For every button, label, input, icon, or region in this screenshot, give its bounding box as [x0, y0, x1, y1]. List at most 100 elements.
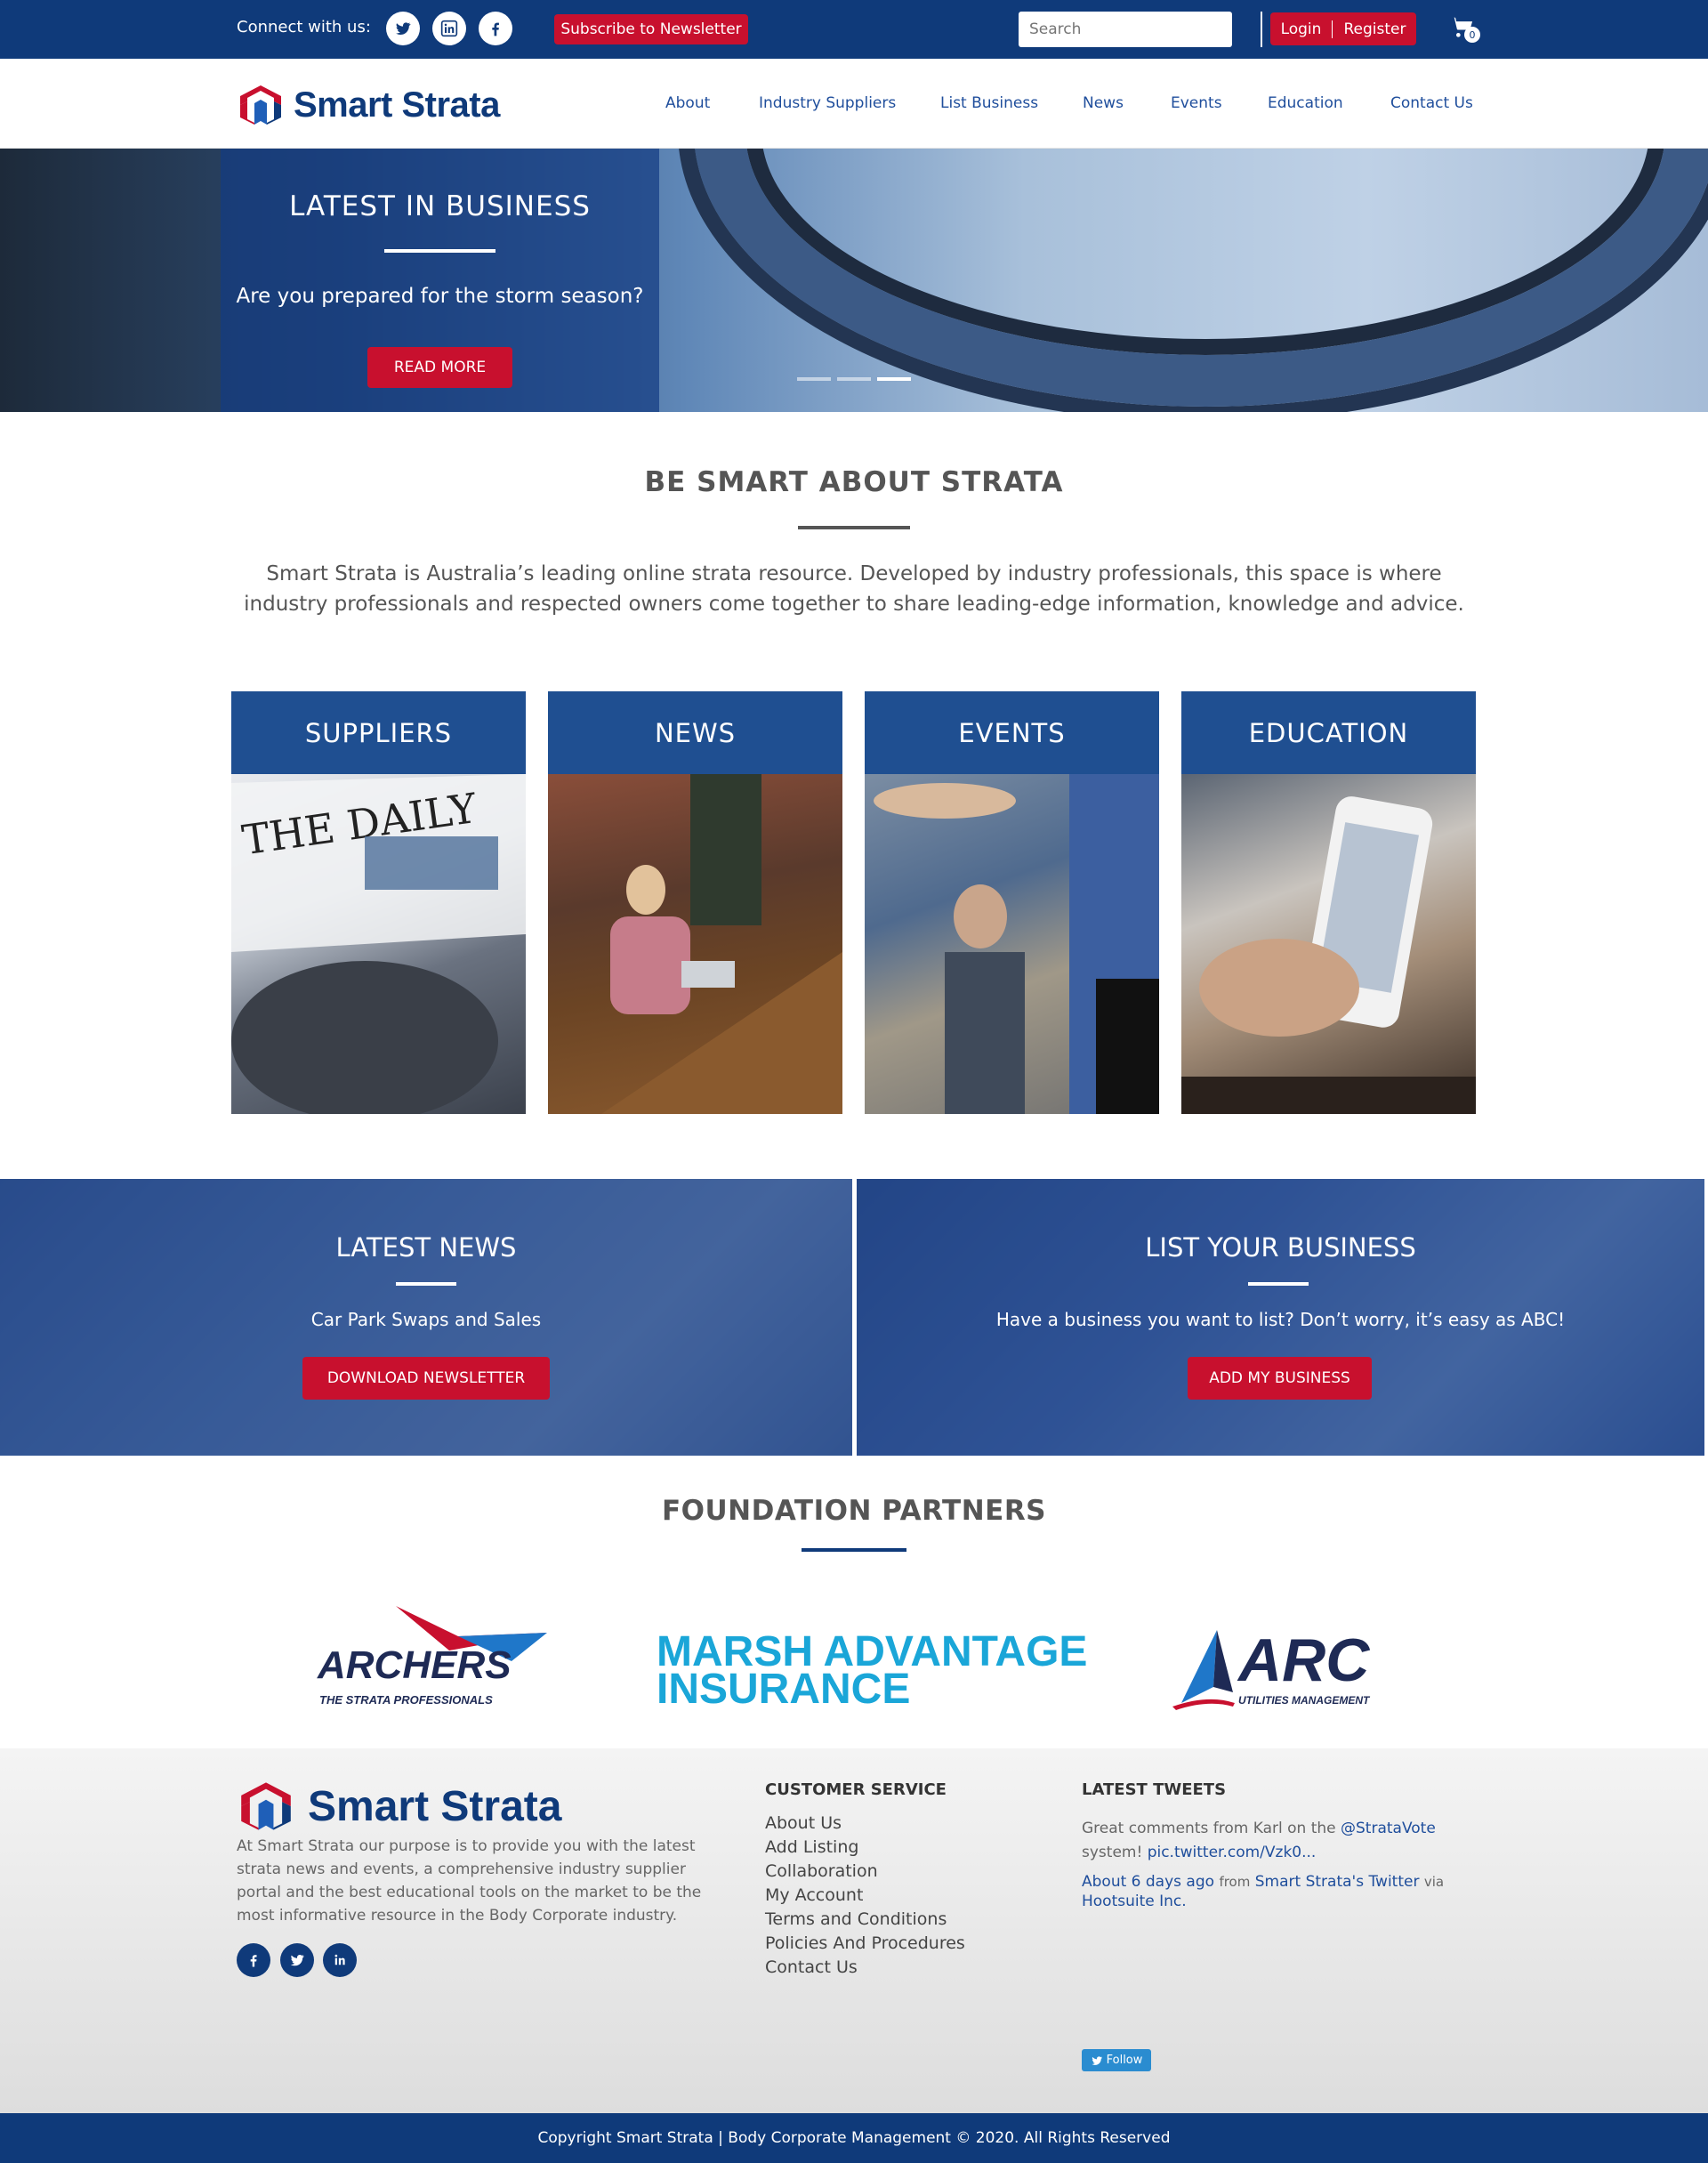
nav-item-industry-suppliers[interactable]: Industry Suppliers — [759, 94, 896, 112]
top-bar: Connect with us: Subscribe to Newsletter… — [0, 0, 1708, 59]
card-events[interactable]: EVENTS — [865, 691, 1159, 1114]
tweet-handle-link[interactable]: @StrataVote — [1341, 1820, 1436, 1837]
newspaper-illustration: THE DAILY — [231, 774, 526, 1114]
cart-count-badge: 0 — [1464, 27, 1480, 43]
arc-name: ARC — [1238, 1626, 1370, 1694]
latest-news-text: Car Park Swaps and Sales — [310, 1309, 542, 1330]
tweet-source-link[interactable]: Smart Strata's Twitter — [1255, 1873, 1420, 1891]
footer-facebook-icon[interactable] — [237, 1943, 270, 1977]
twitter-icon[interactable] — [386, 12, 420, 45]
card-education[interactable]: EDUCATION — [1181, 691, 1476, 1114]
footer-link-contact-us[interactable]: Contact Us — [765, 1957, 858, 1977]
intro-underline — [798, 526, 910, 529]
list-business-text: Have a business you want to list? Don’t … — [995, 1309, 1566, 1330]
linkedin-icon[interactable] — [432, 12, 466, 45]
footer-linkedin-icon[interactable] — [323, 1943, 357, 1977]
card-suppliers[interactable]: THE DAILY SUPPLIERS — [231, 691, 526, 1114]
nav-item-education[interactable]: Education — [1268, 94, 1343, 112]
arc-sail-icon — [1172, 1630, 1235, 1710]
hero-background-image — [694, 149, 1708, 407]
archers-logo[interactable]: ARCHERS THE STRATA PROFESSIONALS — [316, 1597, 552, 1713]
cart-button[interactable]: 0 — [1450, 14, 1480, 44]
twitter-follow-button[interactable]: Follow — [1082, 2049, 1151, 2071]
tweet-via-label: via — [1423, 1874, 1445, 1890]
arc-tagline: UTILITIES MANAGEMENT — [1238, 1694, 1370, 1707]
footer-logo-text: Smart Strata — [308, 1782, 562, 1830]
add-my-business-button[interactable]: ADD MY BUSINESS — [1188, 1357, 1372, 1400]
follow-label: Follow — [1106, 2054, 1143, 2067]
tweet-from-label: from — [1219, 1874, 1251, 1890]
intro-title: BE SMART ABOUT STRATA — [644, 466, 1064, 498]
customer-service-title: CUSTOMER SERVICE — [765, 1780, 947, 1799]
logo-text: Smart Strata — [294, 85, 500, 125]
footer-link-policies[interactable]: Policies And Procedures — [765, 1933, 965, 1953]
auth-separator — [1332, 20, 1333, 38]
hero-underline — [384, 249, 495, 253]
card-news[interactable]: NEWS — [548, 691, 842, 1114]
smartphone-illustration — [1181, 796, 1476, 1114]
hero-title: LATEST IN BUSINESS — [289, 190, 591, 222]
footer-logo-icon — [241, 1782, 291, 1830]
nav-item-news[interactable]: News — [1083, 94, 1124, 112]
partners-underline — [802, 1548, 906, 1552]
copyright-text: Copyright Smart Strata | Body Corporate … — [537, 2129, 1171, 2147]
list-business-title: LIST YOUR BUSINESS — [1145, 1232, 1416, 1263]
latest-news-panel: LATEST NEWS Car Park Swaps and Sales DOW… — [0, 1179, 852, 1456]
register-button[interactable]: Register — [1343, 20, 1406, 38]
login-button[interactable]: Login — [1281, 20, 1322, 38]
marsh-advantage-logo[interactable]: MARSH ADVANTAGE INSURANCE — [657, 1631, 1087, 1714]
footer-link-about-us[interactable]: About Us — [765, 1813, 842, 1833]
follow-twitter-icon — [1092, 2055, 1102, 2065]
slider-dot-3[interactable] — [877, 377, 911, 381]
marsh-line-2: INSURANCE — [657, 1666, 911, 1713]
nav-item-contact-us[interactable]: Contact Us — [1390, 94, 1473, 112]
nav-item-list-business[interactable]: List Business — [940, 94, 1038, 112]
intro-text: Smart Strata is Australia’s leading onli… — [244, 562, 1464, 616]
tweet-text-pre: Great comments from Karl on the — [1082, 1820, 1336, 1837]
latest-news-underline — [396, 1282, 456, 1286]
archers-name: ARCHERS — [318, 1643, 512, 1687]
footer-twitter-icon[interactable] — [280, 1943, 314, 1977]
meeting-illustration — [601, 774, 842, 1114]
tweet-client-link[interactable]: Hootsuite Inc. — [1082, 1893, 1187, 1910]
main-nav: Smart Strata About Industry Suppliers Li… — [0, 59, 1708, 149]
smart-strata-logo-icon — [240, 85, 281, 125]
footer-link-collaboration[interactable]: Collaboration — [765, 1861, 878, 1881]
list-business-underline — [1248, 1282, 1309, 1286]
footer-link-add-listing[interactable]: Add Listing — [765, 1837, 858, 1857]
latest-tweets-title: LATEST TWEETS — [1082, 1780, 1227, 1799]
archers-tagline: THE STRATA PROFESSIONALS — [319, 1693, 493, 1707]
tweet-pic-link[interactable]: pic.twitter.com/Vzk0... — [1148, 1844, 1317, 1861]
facebook-icon[interactable] — [479, 12, 512, 45]
slider-dot-2[interactable] — [837, 377, 871, 381]
tweet: Great comments from Karl on the @StrataV… — [1082, 1817, 1473, 1911]
handshake-illustration — [874, 774, 1159, 1114]
read-more-button[interactable]: READ MORE — [367, 347, 512, 388]
nav-item-events[interactable]: Events — [1171, 94, 1222, 112]
subscribe-newsletter-button[interactable]: Subscribe to Newsletter — [554, 14, 748, 44]
footer-logo[interactable]: Smart Strata — [237, 1780, 561, 1832]
site-logo[interactable]: Smart Strata — [237, 84, 500, 126]
hero-panel: LATEST IN BUSINESS Are you prepared for … — [221, 149, 659, 412]
list-business-panel: LIST YOUR BUSINESS Have a business you w… — [857, 1179, 1704, 1456]
card-suppliers-label: SUPPLIERS — [231, 691, 526, 774]
hero-subtitle: Are you prepared for the storm season? — [236, 285, 644, 308]
partners-title: FOUNDATION PARTNERS — [661, 1495, 1047, 1527]
footer: Smart Strata At Smart Strata our purpose… — [0, 1748, 1708, 2113]
slider-dot-1[interactable] — [797, 377, 831, 381]
footer-link-my-account[interactable]: My Account — [765, 1885, 863, 1905]
tweet-time-link[interactable]: About 6 days ago — [1082, 1873, 1214, 1891]
tweet-text-post: system! — [1082, 1844, 1143, 1861]
footer-about-text: At Smart Strata our purpose is to provid… — [237, 1837, 702, 1925]
copyright-bar: Copyright Smart Strata | Body Corporate … — [0, 2113, 1708, 2163]
search-input[interactable] — [1019, 12, 1232, 47]
customer-service-links: About Us Add Listing Collaboration My Ac… — [765, 1812, 965, 1980]
arc-logo[interactable]: ARC UTILITIES MANAGEMENT — [1172, 1628, 1377, 1717]
card-events-label: EVENTS — [865, 691, 1159, 774]
download-newsletter-button[interactable]: DOWNLOAD NEWSLETTER — [302, 1357, 550, 1400]
auth-buttons: Login Register — [1270, 12, 1416, 45]
nav-item-about[interactable]: About — [665, 94, 710, 112]
card-news-label: NEWS — [548, 691, 842, 774]
footer-link-terms[interactable]: Terms and Conditions — [765, 1909, 947, 1929]
connect-label: Connect with us: — [237, 18, 371, 36]
